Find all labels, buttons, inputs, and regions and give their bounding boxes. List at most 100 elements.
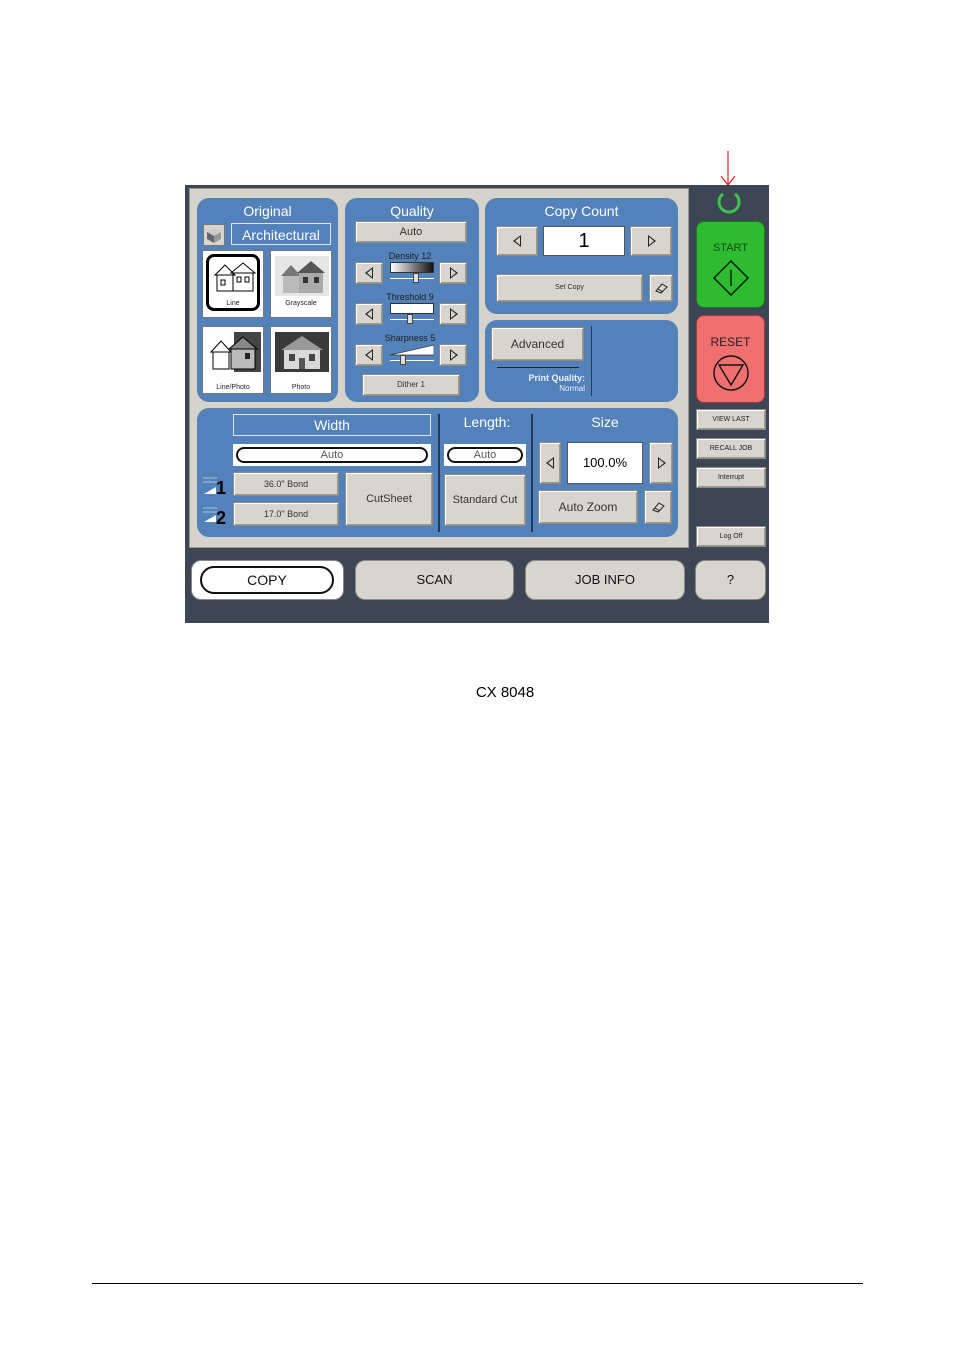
- roll2-button[interactable]: 17.0" Bond: [233, 502, 339, 526]
- roll1-button[interactable]: 36.0" Bond: [233, 472, 339, 496]
- reset-button[interactable]: RESET: [696, 315, 765, 403]
- interrupt-button[interactable]: Interrupt: [696, 467, 766, 488]
- size-increase-button[interactable]: [649, 442, 673, 484]
- pointer-arrow-icon: [720, 151, 736, 186]
- threshold-increase-button[interactable]: [439, 303, 467, 325]
- start-button[interactable]: START: [696, 221, 765, 308]
- quality-mode-button[interactable]: Auto: [355, 221, 467, 243]
- copy-count-panel: Copy Count 1 Set Copy: [485, 198, 678, 314]
- threshold-label: Threshold 9: [386, 292, 434, 302]
- grayscale-house-icon: [275, 256, 329, 296]
- width-auto-field[interactable]: Auto: [233, 444, 431, 466]
- start-diamond-icon: [713, 260, 749, 296]
- size-clear-button[interactable]: [644, 490, 672, 524]
- arrow-right-icon: [648, 235, 656, 247]
- density-slider[interactable]: [390, 262, 434, 284]
- arrow-left-icon: [365, 349, 373, 361]
- log-off-button[interactable]: Log Off: [696, 526, 766, 547]
- mode-line-button[interactable]: Line: [202, 250, 264, 318]
- mode-grayscale-button[interactable]: Grayscale: [270, 250, 332, 318]
- figure-caption: CX 8048: [475, 684, 535, 701]
- set-copy-button[interactable]: Set Copy: [496, 274, 643, 302]
- density-slider-knob[interactable]: [413, 273, 419, 283]
- length-auto-pill: Auto: [447, 447, 523, 463]
- start-label: START: [712, 242, 749, 254]
- width-length-divider: [438, 414, 440, 532]
- sharpness-slider-knob[interactable]: [400, 355, 406, 365]
- length-size-divider: [531, 414, 533, 532]
- ready-indicator-icon: [717, 192, 741, 214]
- original-panel: Original Architectural Line Grayscale Li…: [197, 198, 338, 402]
- tab-copy-pill: COPY: [200, 566, 334, 594]
- arrow-right-icon: [658, 457, 666, 469]
- tab-job-info[interactable]: JOB INFO: [525, 560, 685, 600]
- roll2-number: 2: [216, 508, 227, 528]
- mode-photo-label: Photo: [291, 384, 311, 391]
- threshold-slider[interactable]: [390, 303, 434, 325]
- arrow-left-icon: [365, 308, 373, 320]
- copy-count-decrease-button[interactable]: [496, 226, 538, 256]
- reset-label: RESET: [710, 335, 751, 349]
- roll-icon: [203, 507, 217, 522]
- print-quality-label: Print Quality:: [528, 373, 585, 383]
- cutsheet-button[interactable]: CutSheet: [345, 472, 433, 526]
- copier-touch-screen: Original Architectural Line Grayscale Li…: [185, 185, 769, 623]
- copy-count-clear-button[interactable]: [649, 274, 673, 302]
- arrow-right-icon: [450, 267, 458, 279]
- media-type-field[interactable]: Architectural: [231, 223, 331, 245]
- density-increase-button[interactable]: [439, 262, 467, 284]
- media-cube-icon[interactable]: [203, 224, 225, 246]
- roll2-indicator: 2: [203, 502, 227, 528]
- photo-house-icon: [275, 332, 329, 372]
- quality-title: Quality: [390, 203, 434, 219]
- roll1-number: 1: [216, 478, 227, 498]
- mode-grayscale-label: Grayscale: [285, 300, 317, 307]
- line-photo-house-icon: [209, 332, 261, 372]
- sharpness-decrease-button[interactable]: [355, 344, 383, 366]
- footer-rule: [92, 1283, 863, 1284]
- arrow-right-icon: [450, 308, 458, 320]
- sharpness-increase-button[interactable]: [439, 344, 467, 366]
- density-decrease-button[interactable]: [355, 262, 383, 284]
- copy-count-increase-button[interactable]: [630, 226, 672, 256]
- view-last-button[interactable]: VIEW LAST: [696, 409, 766, 430]
- arrow-left-icon: [365, 267, 373, 279]
- print-quality-divider: [497, 367, 579, 368]
- arrow-left-icon: [546, 457, 554, 469]
- size-value[interactable]: 100.0%: [567, 442, 643, 484]
- tab-scan[interactable]: SCAN: [355, 560, 514, 600]
- mode-photo-button[interactable]: Photo: [270, 326, 332, 394]
- mode-line-photo-button[interactable]: Line/Photo: [202, 326, 264, 394]
- tab-help[interactable]: ?: [695, 560, 766, 600]
- print-quality-value: Normal: [559, 384, 585, 393]
- recall-job-button[interactable]: RECALL JOB: [696, 438, 766, 459]
- size-decrease-button[interactable]: [539, 442, 561, 484]
- quality-panel: Quality Auto Density 12 Threshold 9 Shar…: [345, 198, 479, 402]
- main-area: Original Architectural Line Grayscale Li…: [189, 188, 689, 548]
- dither-button[interactable]: Dither 1: [362, 374, 460, 396]
- sharpness-label: Sharpness 5: [384, 333, 436, 343]
- sharpness-slider[interactable]: [390, 344, 434, 366]
- length-auto-field[interactable]: Auto: [444, 444, 526, 466]
- line-house-icon: [213, 262, 257, 292]
- threshold-slider-knob[interactable]: [407, 314, 413, 324]
- standard-cut-button[interactable]: Standard Cut: [444, 474, 526, 526]
- original-title: Original: [243, 203, 292, 219]
- width-title-field: Width: [233, 414, 431, 436]
- mode-line-photo-label: Line/Photo: [216, 384, 250, 391]
- copy-count-title: Copy Count: [544, 203, 619, 219]
- threshold-decrease-button[interactable]: [355, 303, 383, 325]
- advanced-divider: [591, 326, 592, 396]
- length-title: Length:: [463, 414, 511, 430]
- arrow-left-icon: [513, 235, 521, 247]
- copy-count-value[interactable]: 1: [543, 226, 625, 256]
- advanced-panel: Advanced Print Quality: Normal: [485, 320, 678, 402]
- advanced-button[interactable]: Advanced: [491, 327, 584, 361]
- tab-copy[interactable]: COPY: [191, 560, 344, 600]
- media-panel: Width Auto 1 2 36.0" Bond 17.0" Bond Cut…: [197, 408, 678, 537]
- auto-zoom-button[interactable]: Auto Zoom: [538, 490, 638, 524]
- eraser-icon: [655, 283, 668, 294]
- mode-line-label: Line: [226, 300, 240, 307]
- roll-icon: [203, 477, 217, 494]
- size-title: Size: [591, 414, 619, 430]
